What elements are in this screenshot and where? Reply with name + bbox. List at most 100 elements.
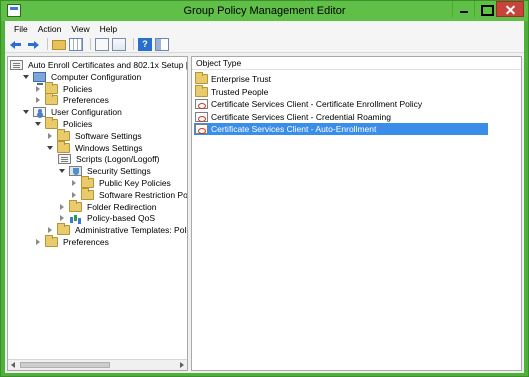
up-folder-icon[interactable] [52,40,66,50]
toolbar-separator [133,38,134,50]
qos-chart-icon [69,213,82,224]
tree-pane[interactable]: Auto Enroll Certificates and 802.1x Setu… [7,56,188,371]
doc-icon [58,154,71,165]
expand-arrow-icon[interactable] [34,94,42,106]
tree-item-label: Windows Settings [75,142,143,153]
tree-item-label: Software Restriction Policies [99,189,188,200]
user-icon [33,107,46,118]
tree-item-label: Security Settings [87,166,151,177]
list-item[interactable]: Enterprise Trust [194,72,488,85]
tree-item-label: Computer Configuration [51,71,142,82]
tree-item[interactable]: Security Settings [58,165,153,177]
tree-item-label: Scripts (Logon/Logoff) [76,154,160,165]
horizontal-scrollbar[interactable] [8,359,187,370]
menu-bar: File Action View Help [5,21,524,36]
tree-item[interactable]: Preferences [34,93,111,106]
minimize-icon[interactable] [452,1,474,17]
folder-icon [45,81,58,94]
collapse-arrow-icon[interactable] [22,71,30,83]
back-icon[interactable] [9,38,23,51]
folder-icon [45,235,58,247]
list-item[interactable]: Certificate Services Client - Credential… [194,111,488,123]
expand-arrow-icon[interactable] [46,130,54,142]
tree-item-label: Public Key Policies [97,178,173,188]
expand-arrow-icon[interactable] [70,177,78,189]
show-hide-tree-icon[interactable] [69,37,83,51]
window-controls [452,1,524,17]
tree-item[interactable]: Computer Configuration [22,71,143,85]
app-window: Group Policy Management Editor File Acti… [0,0,529,377]
window-title: Group Policy Management Editor [183,5,346,17]
forward-icon[interactable] [26,38,40,51]
toolbar-separator [47,38,48,50]
toolbar-separator [90,38,91,50]
folder-icon [45,117,58,129]
scroll-right-icon[interactable] [180,362,184,368]
computer-icon [33,71,46,85]
certificate-icon [195,124,208,135]
tree-item-label: Policy-based QoS [87,213,156,224]
client-area: File Action View Help ? Auto Enroll Cert… [5,21,524,373]
tree-item-label: Preferences [63,237,109,247]
maximize-icon[interactable] [474,1,496,17]
tree-item-label: Folder Redirection [87,201,157,212]
tree-item[interactable]: Software Restriction Policies [70,187,188,201]
folder-icon [195,72,208,84]
tree-item-label: Preferences [63,95,109,106]
folder-icon [57,128,70,141]
list-item[interactable]: Certificate Services Client - Certificat… [194,98,488,110]
folder-icon [69,199,82,212]
tree-item[interactable]: Policy-based QoS [58,212,157,224]
list-item[interactable]: Certificate Services Client - Auto-Enrol… [194,123,488,136]
folder-icon [57,140,70,153]
tree-item-label: Auto Enroll Certificates and 802.1x Setu… [28,60,188,70]
folder-icon [81,187,94,200]
expand-arrow-icon[interactable] [34,236,42,248]
menu-help[interactable]: Help [95,24,122,34]
tree-item[interactable]: Policies [34,81,94,95]
tree-item-label: Administrative Templates: Policy de [75,225,187,236]
list-item-label: Trusted People [211,86,269,97]
collapse-arrow-icon[interactable] [34,118,42,130]
tree-item[interactable]: Auto Enroll Certificates and 802.1x Setu… [10,59,188,71]
certificate-icon [195,99,208,110]
scroll-left-icon[interactable] [11,362,15,368]
tree-item[interactable]: Preferences [34,235,111,248]
folder-icon [45,93,58,106]
expand-arrow-icon[interactable] [58,201,66,213]
collapse-arrow-icon[interactable] [46,142,54,154]
tree-item-label: Software Settings [75,130,142,141]
folder-icon [57,223,70,236]
tree-item[interactable]: User Configuration [22,106,124,118]
details-pane[interactable]: Object Type Enterprise Trust Trusted Peop… [191,56,522,371]
collapse-arrow-icon[interactable] [58,165,66,177]
list-item-label: Enterprise Trust [211,74,271,84]
scroll-thumb[interactable] [20,362,110,368]
properties-icon[interactable] [95,37,109,51]
certificate-icon [195,111,208,122]
column-header-object-type[interactable]: Object Type [192,57,521,70]
list-item-label: Certificate Services Client - Auto-Enrol… [211,124,377,135]
tree-item-label: Policies [63,83,93,94]
tree-item[interactable]: Scripts (Logon/Logoff) [58,153,161,165]
tree-item-label: Policies [63,119,93,129]
help-icon[interactable]: ? [138,37,152,51]
list-item[interactable]: Trusted People [194,84,488,98]
tree-item[interactable]: Windows Settings [46,140,145,154]
expand-arrow-icon[interactable] [34,83,42,95]
collapse-arrow-icon[interactable] [22,106,30,118]
pane-area: Auto Enroll Certificates and 802.1x Setu… [5,54,524,373]
action-pane-icon[interactable] [155,37,169,51]
toolbar: ? [5,36,524,53]
menu-action[interactable]: Action [33,24,67,34]
tree-item[interactable]: Administrative Templates: Policy de [46,223,187,236]
export-list-icon[interactable] [112,37,126,51]
tree-item[interactable]: Folder Redirection [58,199,158,213]
title-bar[interactable]: Group Policy Management Editor [1,1,528,21]
menu-view[interactable]: View [66,24,94,34]
policy-doc-icon [10,60,23,70]
close-icon[interactable] [496,1,524,17]
menu-file[interactable]: File [9,24,33,34]
folder-icon [195,84,208,97]
list-item-label: Certificate Services Client - Credential… [211,111,391,122]
